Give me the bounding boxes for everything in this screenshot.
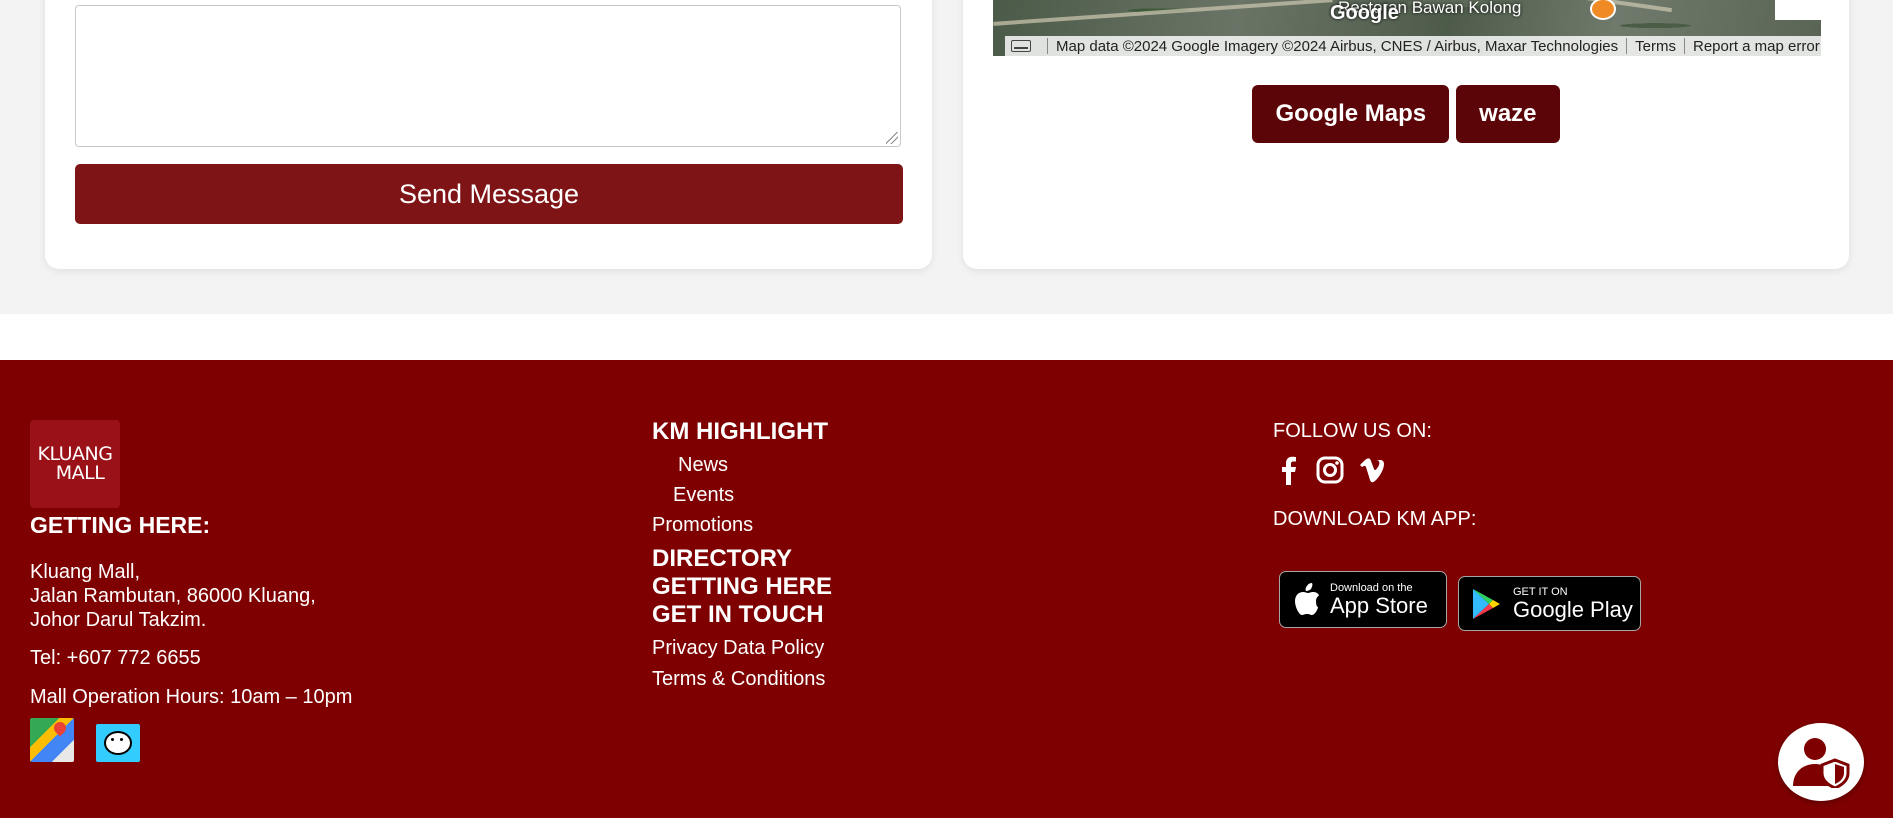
logo-line: MALL — [55, 462, 105, 484]
google-play-icon — [1473, 588, 1500, 619]
km-highlight-title[interactable]: KM HIGHLIGHT — [652, 418, 832, 446]
getting-here-title: GETTING HERE: — [30, 512, 211, 538]
map-attribution-bar: Map data ©2024 Google Imagery ©2024 Airb… — [1005, 36, 1821, 56]
map-pin-icon[interactable] — [1590, 0, 1616, 20]
google-play-badge[interactable]: GET IT ON Google Play — [1458, 576, 1641, 631]
map-control[interactable] — [1775, 0, 1821, 20]
divider — [1626, 38, 1628, 54]
getting-here-link[interactable]: GETTING HERE — [652, 573, 832, 601]
operation-hours: Mall Operation Hours: 10am – 10pm — [30, 686, 353, 708]
divider — [1683, 38, 1685, 54]
map-road — [993, 0, 1333, 26]
telephone[interactable]: Tel: +607 772 6655 — [30, 647, 201, 670]
privacy-policy-link[interactable]: Privacy Data Policy — [652, 637, 832, 660]
spacer — [0, 314, 1893, 360]
promotions-link[interactable]: Promotions — [652, 514, 832, 537]
map-terms-link[interactable]: Terms — [1635, 38, 1676, 55]
events-link[interactable]: Events — [673, 484, 832, 507]
app-store-small-text: Download on the — [1330, 581, 1413, 594]
waze-icon[interactable] — [96, 724, 140, 762]
divider — [1047, 38, 1048, 54]
waze-face-icon — [104, 731, 132, 755]
google-play-small-text: GET IT ON — [1513, 585, 1568, 598]
contact-form-card: Send Message — [45, 0, 932, 269]
highlight-column: KM HIGHLIGHT News Events Promotions DIRE… — [652, 418, 832, 691]
google-maps-icon[interactable] — [30, 718, 74, 762]
address-line: Johor Darul Takzim. — [30, 609, 207, 631]
news-link[interactable]: News — [678, 454, 832, 477]
send-message-button[interactable]: Send Message — [75, 164, 903, 224]
app-store-big-text: App Store — [1330, 592, 1428, 618]
google-maps-button[interactable]: Google Maps — [1252, 85, 1450, 143]
privacy-settings-button[interactable] — [1778, 723, 1864, 801]
address: Kluang Mall, Jalan Rambutan, 86000 Kluan… — [30, 560, 316, 632]
google-watermark: Google — [1330, 2, 1399, 24]
report-map-error-link[interactable]: Report a map error — [1693, 38, 1820, 55]
keyboard-shortcuts-icon[interactable] — [1011, 40, 1031, 52]
location-card: Restoran Bawan Kolong Google Map data ©2… — [963, 0, 1849, 269]
embedded-map[interactable]: Restoran Bawan Kolong Google Map data ©2… — [993, 0, 1821, 56]
contact-section: Send Message Restoran Bawan Kolong Googl… — [0, 0, 1893, 314]
follow-us-title: FOLLOW US ON: — [1273, 420, 1432, 442]
user-shield-icon — [1793, 738, 1850, 788]
get-in-touch-link[interactable]: GET IN TOUCH — [652, 601, 832, 629]
apple-icon — [1295, 582, 1319, 615]
kluang-mall-logo[interactable]: KLUANG MALL — [30, 420, 120, 508]
vimeo-icon[interactable] — [1357, 455, 1387, 485]
facebook-icon[interactable] — [1273, 455, 1303, 485]
waze-button[interactable]: waze — [1456, 85, 1560, 143]
social-links — [1273, 455, 1432, 485]
instagram-icon[interactable] — [1315, 455, 1345, 485]
message-textarea[interactable] — [75, 5, 901, 147]
directory-link[interactable]: DIRECTORY — [652, 545, 832, 573]
address-line: Jalan Rambutan, 86000 Kluang, — [30, 585, 316, 607]
map-buttons: Google Maps waze — [963, 85, 1849, 143]
terms-link[interactable]: Terms & Conditions — [652, 668, 832, 691]
address-line: Kluang Mall, — [30, 561, 141, 583]
social-column: FOLLOW US ON: — [1273, 420, 1432, 485]
download-app-title: DOWNLOAD KM APP: — [1273, 508, 1477, 530]
google-play-big-text: Google Play — [1513, 596, 1633, 622]
footer: KLUANG MALL GETTING HERE: Kluang Mall, J… — [0, 360, 1893, 818]
resize-handle-icon[interactable] — [886, 132, 898, 144]
app-store-badge[interactable]: Download on the App Store — [1279, 571, 1447, 628]
map-attribution: Map data ©2024 Google Imagery ©2024 Airb… — [1056, 37, 1619, 55]
